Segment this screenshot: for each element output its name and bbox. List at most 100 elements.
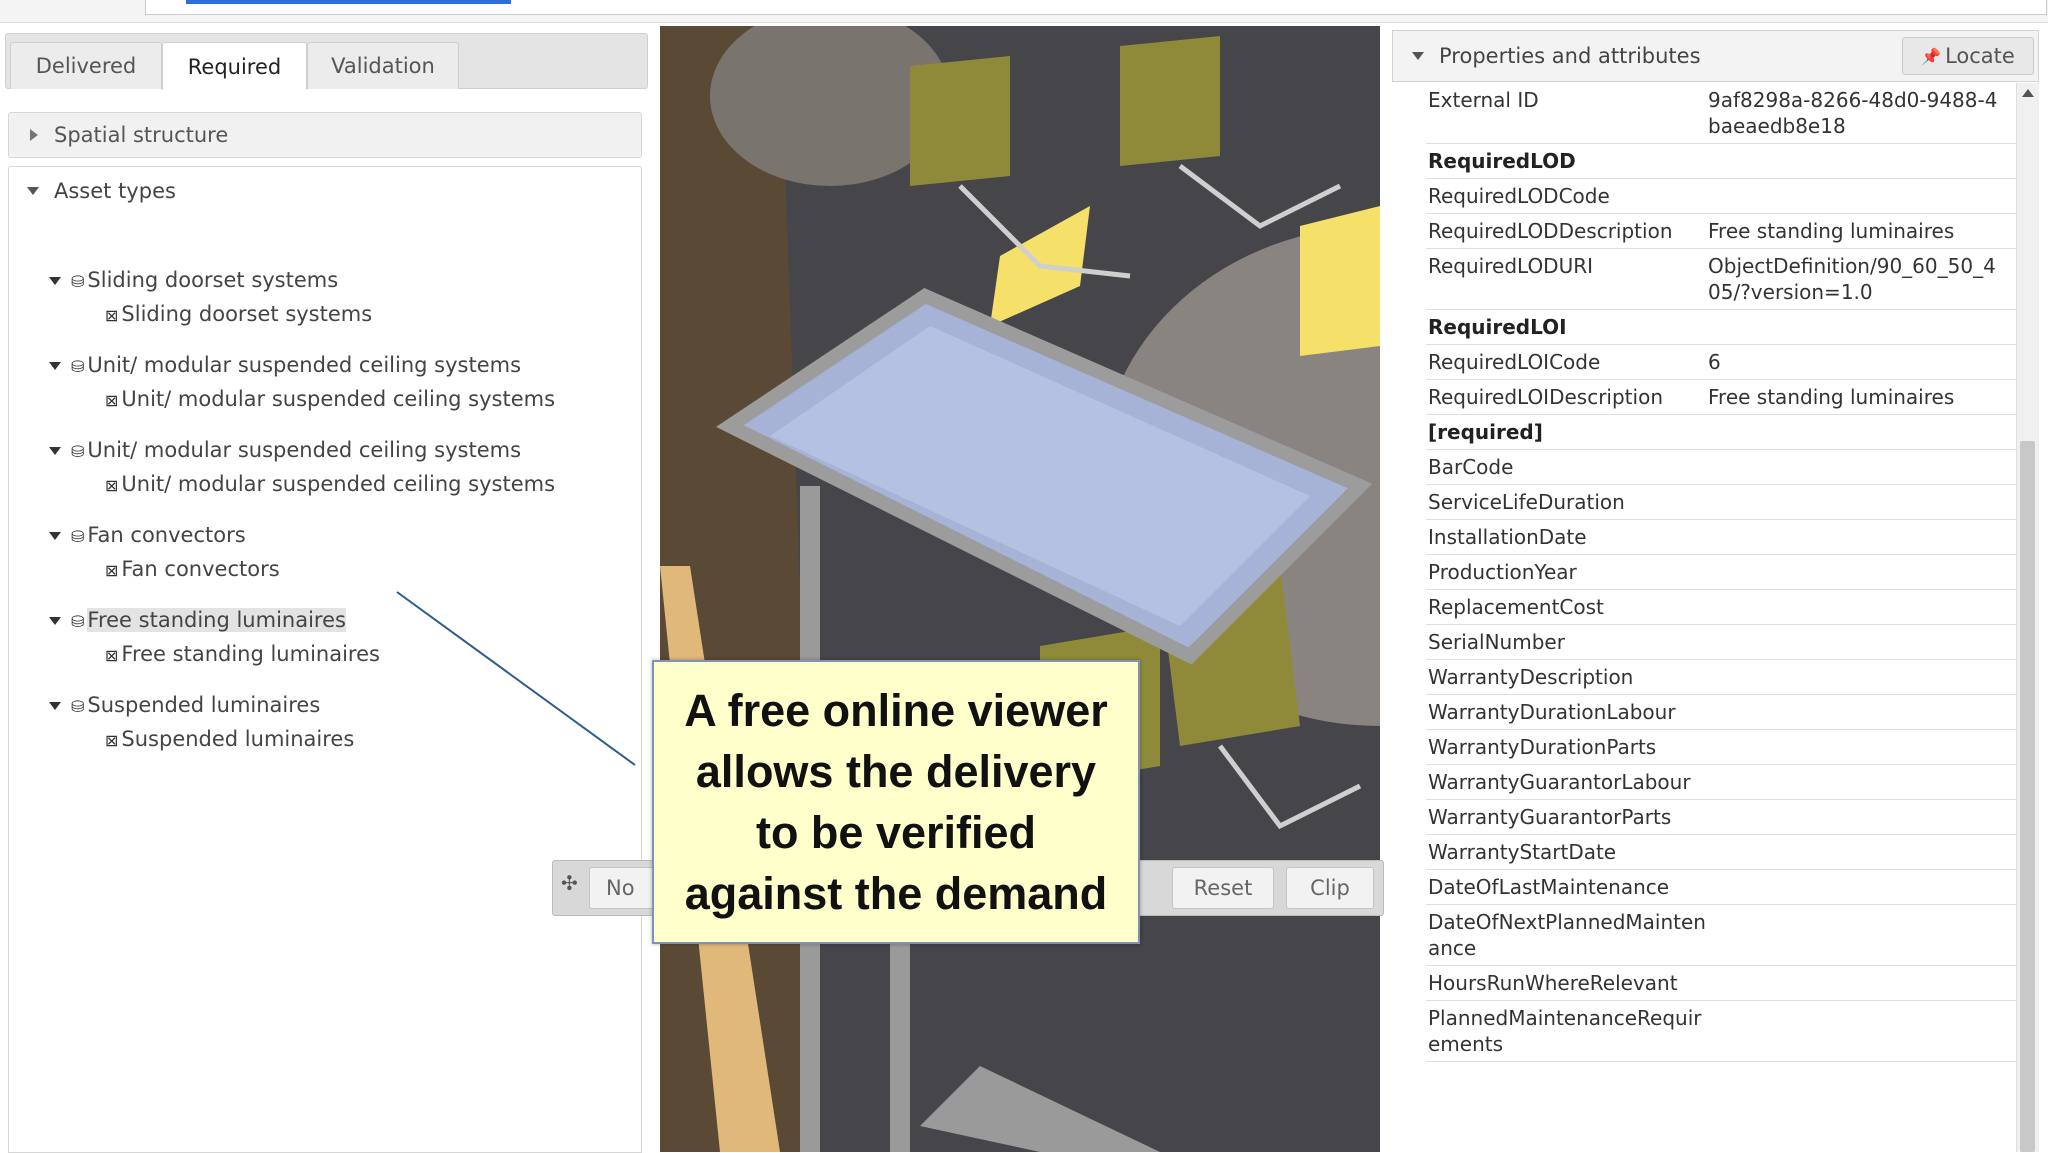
expand-icon[interactable] (49, 702, 61, 710)
expand-icon[interactable] (49, 447, 61, 455)
property-value (1706, 870, 2008, 904)
pin-icon: 📌 (1921, 46, 1942, 66)
chevron-down-icon (27, 187, 39, 195)
property-value (1706, 485, 2008, 519)
tree-node[interactable]: ⛁ Fan convectors (49, 523, 246, 547)
locate-button[interactable]: 📌 Locate (1902, 37, 2034, 75)
property-row: WarrantyGuarantorLabour (1426, 765, 2020, 800)
property-row: PlannedMaintenanceRequirements (1426, 1001, 2020, 1062)
folder-icon: ⛁ (71, 441, 85, 461)
property-row: RequiredLODCode (1426, 179, 2020, 214)
object-icon: ⊠ (105, 730, 119, 750)
property-row: HoursRunWhereRelevant (1426, 966, 2020, 1001)
accordion-asset-types[interactable]: Asset types (8, 166, 642, 218)
reset-button[interactable]: Reset (1172, 867, 1274, 909)
property-key: HoursRunWhereRelevant (1428, 971, 1678, 995)
property-group-header: [required] (1426, 415, 2020, 450)
tab-required[interactable]: Required (162, 42, 307, 90)
tree-leaf[interactable]: ⊠ Fan convectors (105, 557, 280, 581)
tree-leaf[interactable]: ⊠ Unit/ modular suspended ceiling systems (105, 387, 555, 411)
tree-node[interactable]: ⛁ Unit/ modular suspended ceiling systems (49, 353, 521, 377)
property-value (1706, 590, 2008, 624)
property-key: PlannedMaintenanceRequirements (1428, 1006, 1702, 1056)
address-bar[interactable] (145, 0, 2047, 15)
property-value (1706, 144, 2008, 178)
property-value (1706, 555, 2008, 589)
property-value: 6 (1708, 350, 1721, 374)
expand-icon[interactable] (49, 617, 61, 625)
accordion-label: Spatial structure (54, 123, 229, 147)
property-row: DateOfNextPlannedMaintenance (1426, 905, 2020, 966)
object-icon: ⊠ (105, 560, 119, 580)
property-row: RequiredLOIDescription Free standing lumi… (1426, 380, 2020, 415)
tab-validation[interactable]: Validation (307, 42, 459, 89)
property-key: BarCode (1428, 455, 1514, 479)
object-icon: ⊠ (105, 475, 119, 495)
folder-icon: ⛁ (71, 526, 85, 546)
properties-header[interactable]: Properties and attributes 📌 Locate (1392, 30, 2039, 82)
property-value: Free standing luminaires (1708, 219, 1955, 243)
accordion-spatial-structure[interactable]: Spatial structure (8, 112, 642, 158)
object-icon: ⊠ (105, 305, 119, 325)
tab-delivered[interactable]: Delivered (10, 42, 162, 89)
tree-node[interactable]: ⛁ Unit/ modular suspended ceiling systems (49, 438, 521, 462)
folder-icon: ⛁ (71, 271, 85, 291)
tree-node-selected[interactable]: ⛁ Free standing luminaires (49, 608, 346, 632)
expand-icon[interactable] (49, 532, 61, 540)
property-value: ObjectDefinition/90_60_50_405/?version=1… (1708, 254, 1996, 304)
property-row: External ID 9af8298a-8266-48d0-9488-4baea… (1426, 83, 2020, 144)
tree-node[interactable]: ⛁ Suspended luminaires (49, 693, 320, 717)
property-row: WarrantyGuarantorParts (1426, 800, 2020, 835)
callout-line: to be verified (755, 807, 1037, 858)
property-key: RequiredLOICode (1428, 350, 1601, 374)
tab-bar: Delivered Required Validation (5, 33, 648, 90)
property-value: 9af8298a-8266-48d0-9488-4baeaedb8e18 (1708, 88, 1998, 138)
property-key: SerialNumber (1428, 630, 1565, 654)
properties-scrollbar[interactable] (2016, 83, 2039, 1152)
expand-icon[interactable] (49, 277, 61, 285)
address-selection (186, 0, 511, 4)
callout-line: allows the delivery (695, 746, 1097, 797)
tree-leaf[interactable]: ⊠ Unit/ modular suspended ceiling systems (105, 472, 555, 496)
property-key: RequiredLOIDescription (1428, 385, 1663, 409)
viewer-scene[interactable] (660, 26, 1380, 1152)
property-key: [required] (1428, 420, 1543, 444)
properties-title: Properties and attributes (1439, 44, 1701, 68)
property-key: External ID (1428, 88, 1539, 112)
property-row: DateOfLastMaintenance (1426, 870, 2020, 905)
property-value (1706, 625, 2008, 659)
scroll-up-icon[interactable] (2022, 89, 2034, 97)
property-key: ServiceLifeDuration (1428, 490, 1625, 514)
property-row: BarCode (1426, 450, 2020, 485)
property-row: ProductionYear (1426, 555, 2020, 590)
property-value (1706, 966, 2008, 1000)
property-value (1706, 730, 2008, 764)
tree-leaf[interactable]: ⊠ Suspended luminaires (105, 727, 354, 751)
tree-node[interactable]: ⛁ Sliding doorset systems (49, 268, 338, 292)
properties-panel: Properties and attributes 📌 Locate Extern… (1390, 26, 2048, 1152)
folder-icon: ⛁ (71, 696, 85, 716)
object-icon: ⊠ (105, 645, 119, 665)
expand-icon[interactable] (49, 362, 61, 370)
3d-viewer[interactable] (660, 26, 1380, 1152)
property-key: RequiredLOD (1428, 149, 1576, 173)
move-icon[interactable]: ✣ (561, 871, 578, 895)
object-icon: ⊠ (105, 390, 119, 410)
folder-icon: ⛁ (71, 611, 85, 631)
property-value (1706, 450, 2008, 484)
tree-leaf[interactable]: ⊠ Free standing luminaires (105, 642, 380, 666)
property-key: InstallationDate (1428, 525, 1587, 549)
property-row: RequiredLODDescription Free standing lumi… (1426, 214, 2020, 249)
property-value (1706, 660, 2008, 694)
callout-connector (396, 591, 636, 766)
property-value (1706, 179, 2008, 213)
scrollbar-thumb[interactable] (2020, 441, 2035, 1152)
property-key: DateOfNextPlannedMaintenance (1428, 910, 1706, 960)
clip-button[interactable]: Clip (1286, 867, 1374, 909)
property-key: RequiredLODCode (1428, 184, 1610, 208)
chevron-right-icon (30, 129, 38, 141)
tree-leaf[interactable]: ⊠ Sliding doorset systems (105, 302, 372, 326)
property-row: RequiredLODURI ObjectDefinition/90_60_50_… (1426, 249, 2020, 310)
property-row: InstallationDate (1426, 520, 2020, 555)
browser-top-strip (0, 0, 2048, 23)
